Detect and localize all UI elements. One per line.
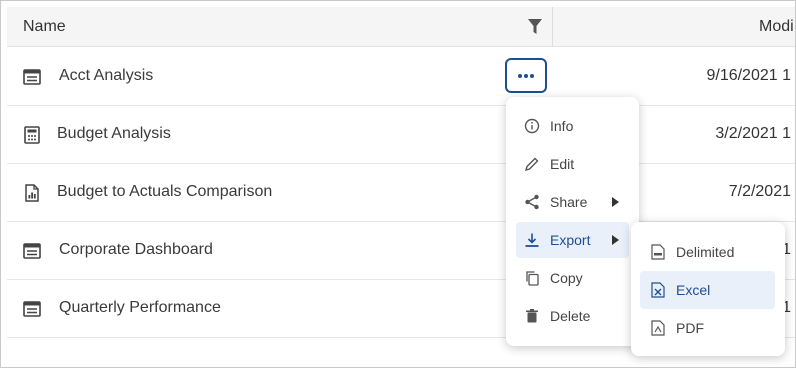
excel-file-icon — [651, 282, 665, 298]
row-name[interactable]: Budget to Actuals Comparison — [57, 183, 272, 201]
row-name[interactable]: Quarterly Performance — [59, 299, 221, 317]
table-row[interactable]: Budget Analysis 3/2/2021 1 — [7, 106, 795, 164]
row-name[interactable]: Budget Analysis — [57, 125, 171, 143]
row-name[interactable]: Corporate Dashboard — [59, 241, 213, 259]
menu-item-share[interactable]: Share — [516, 184, 629, 220]
row-modified-date: 3/2/2021 1 — [715, 125, 791, 142]
menu-item-copy[interactable]: Copy — [516, 260, 629, 296]
export-pdf[interactable]: PDF — [640, 309, 775, 347]
download-icon — [525, 233, 539, 247]
share-icon — [525, 194, 539, 210]
info-icon — [524, 118, 540, 134]
submenu-arrow-icon — [612, 235, 619, 245]
calculator-report-icon — [24, 126, 40, 144]
export-delimited[interactable]: Delimited — [640, 233, 775, 271]
pdf-file-icon — [651, 320, 665, 336]
menu-item-label: Info — [550, 118, 574, 134]
trash-icon — [526, 309, 538, 323]
table-report-icon — [23, 301, 41, 317]
pencil-icon — [524, 157, 539, 172]
export-submenu: Delimited Excel PDF — [631, 222, 785, 356]
filter-icon[interactable] — [527, 18, 543, 36]
row-modified-date: 7/2/2021 — [728, 183, 791, 200]
context-menu: Info Edit Share Export Copy Delete — [506, 97, 639, 346]
table-row[interactable]: Budget to Actuals Comparison 7/2/2021 — [7, 164, 795, 222]
table-report-icon — [23, 243, 41, 259]
menu-item-export[interactable]: Export — [516, 222, 629, 258]
table-row[interactable]: Acct Analysis 9/16/2021 1 — [7, 48, 795, 106]
column-header-name[interactable]: Name — [23, 18, 66, 36]
menu-item-label: Share — [550, 194, 588, 210]
menu-item-label: Delete — [550, 308, 591, 324]
column-divider[interactable] — [552, 7, 553, 47]
row-modified-date: 9/16/2021 1 — [706, 67, 791, 84]
column-header-modified[interactable]: Modi — [759, 18, 794, 36]
dot — [524, 74, 528, 78]
menu-item-label: Export — [550, 232, 591, 248]
submenu-arrow-icon — [612, 197, 619, 207]
menu-item-label: Edit — [550, 156, 575, 172]
menu-item-edit[interactable]: Edit — [516, 146, 629, 182]
submenu-item-label: Delimited — [676, 244, 735, 260]
copy-icon — [526, 271, 539, 286]
table-report-icon — [23, 69, 41, 85]
csv-file-icon — [651, 244, 665, 260]
table-header: Name Modi — [7, 7, 795, 47]
submenu-item-label: PDF — [676, 320, 704, 336]
menu-item-info[interactable]: Info — [516, 108, 629, 144]
row-name[interactable]: Acct Analysis — [59, 67, 153, 85]
dot — [530, 74, 534, 78]
more-actions-button[interactable] — [505, 58, 547, 93]
menu-item-delete[interactable]: Delete — [516, 298, 629, 334]
document-chart-icon — [25, 184, 39, 202]
menu-item-label: Copy — [550, 270, 583, 286]
export-excel[interactable]: Excel — [640, 271, 775, 309]
file-list-panel: Name Modi Acct Analysis 9/16/2021 1 Budg… — [0, 0, 796, 368]
dot — [518, 74, 522, 78]
submenu-item-label: Excel — [676, 282, 711, 298]
